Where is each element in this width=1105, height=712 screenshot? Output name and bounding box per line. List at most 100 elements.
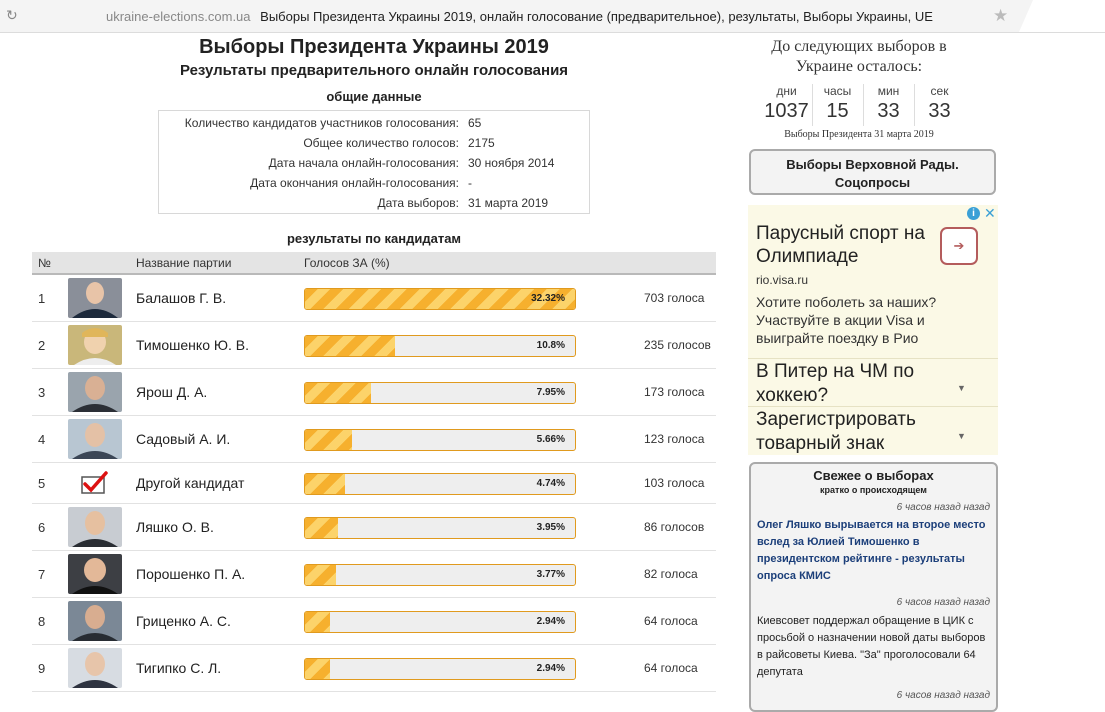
column-header-num: № — [38, 256, 51, 270]
candidate-photo[interactable] — [68, 648, 122, 688]
reload-icon[interactable]: ↻ — [6, 7, 18, 24]
row-number: 7 — [38, 567, 46, 582]
candidate-name[interactable]: Ярош Д. А. — [136, 384, 207, 400]
countdown-label: дни — [776, 84, 797, 98]
table-row: 8 Гриценко А. С. 2.94% 64 голоса — [32, 598, 716, 645]
table-row: 2 Тимошенко Ю. В. 10.8% 235 голосов — [32, 322, 716, 369]
stat-label: Дата выборов: — [377, 196, 459, 210]
candidate-name[interactable]: Ляшко О. В. — [136, 519, 214, 535]
candidate-name[interactable]: Тигипко С. Л. — [136, 660, 221, 676]
star-icon[interactable]: ★ — [993, 6, 1008, 26]
row-number: 2 — [38, 338, 46, 353]
ad-headline[interactable]: Парусный спорт на Олимпиаде — [756, 222, 936, 268]
news-subtitle: кратко о происходящем — [820, 485, 927, 495]
election-date: Выборы Президента 31 марта 2019 — [784, 129, 934, 140]
candidate-photo[interactable] — [68, 325, 122, 365]
row-number: 3 — [38, 385, 46, 400]
general-stats-box: Количество кандидатов участников голосов… — [158, 110, 590, 214]
candidate-name[interactable]: Тимошенко Ю. В. — [136, 337, 249, 353]
vote-bar: 2.94% — [304, 658, 576, 680]
news-item-text[interactable]: Киевсовет поддержал обращение в ЦИК с пр… — [757, 613, 991, 681]
rada-button-line2: Соцопросы — [834, 175, 911, 190]
candidate-photo[interactable] — [68, 601, 122, 641]
countdown-value: 33 — [877, 100, 900, 122]
address-bar[interactable]: ukraine-elections.com.ua Выборы Президен… — [106, 9, 933, 24]
vote-bar: 4.74% — [304, 473, 576, 495]
table-row: 1 Балашов Г. В. 32.32% 703 голоса — [32, 275, 716, 322]
vote-bar-fill — [305, 336, 396, 356]
stat-label: Общее количество голосов: — [303, 136, 459, 150]
vote-bar: 3.77% — [304, 564, 576, 586]
stat-row: Дата начала онлайн-голосования: 30 ноябр… — [159, 153, 589, 173]
candidate-photo[interactable] — [68, 419, 122, 459]
candidate-photo[interactable] — [68, 554, 122, 594]
news-time: 6 часов назад назад — [896, 597, 990, 608]
vote-bar: 2.94% — [304, 611, 576, 633]
row-number: 4 — [38, 432, 46, 447]
stat-row: Количество кандидатов участников голосов… — [159, 113, 589, 133]
browser-bar: ↻ ukraine-elections.com.ua Выборы Презид… — [0, 0, 1105, 33]
vote-bar-fill — [305, 474, 345, 494]
rada-polls-button[interactable]: Выборы Верховной Рады. Соцопросы — [749, 149, 996, 195]
vote-bar-fill — [305, 565, 337, 585]
row-number: 9 — [38, 661, 46, 676]
results-table-header: № Название партии Голосов ЗА (%) — [32, 252, 716, 275]
rada-button-line1: Выборы Верховной Рады. — [786, 157, 959, 172]
vote-count: 64 голоса — [644, 614, 698, 628]
page-title: Выборы Президента Украины 2019 — [199, 36, 549, 58]
countdown-value: 15 — [826, 100, 849, 122]
candidate-name[interactable]: Порошенко П. А. — [136, 566, 245, 582]
countdown-label: сек — [930, 84, 949, 98]
stat-row: Дата окончания онлайн-голосования: - — [159, 173, 589, 193]
table-row: 3 Ярош Д. А. 7.95% 173 голоса — [32, 369, 716, 416]
countdown-hours: часы 15 — [812, 84, 863, 128]
tab-page-title: Выборы Президента Украины 2019, онлайн г… — [260, 9, 933, 24]
close-icon[interactable]: ✕ — [984, 205, 996, 222]
chevron-down-icon: ▼ — [957, 431, 966, 441]
candidate-photo[interactable] — [68, 372, 122, 412]
candidate-photo[interactable] — [68, 507, 122, 547]
stat-label: Дата окончания онлайн-голосования: — [250, 176, 459, 190]
ad-link[interactable]: Зарегистрировать товарный знак ▼ — [748, 406, 998, 456]
vote-count: 103 голоса — [644, 476, 705, 490]
ad-body[interactable]: Хотите поболеть за наших? Участвуйте в а… — [756, 293, 992, 347]
vote-percent: 3.95% — [536, 522, 565, 533]
vote-bar-fill — [305, 518, 338, 538]
table-row: 5 Другой кандидат 4.74% 103 голоса — [32, 463, 716, 504]
candidate-name[interactable]: Гриценко А. С. — [136, 613, 231, 629]
countdown-title: До следующих выборов в Украине осталось: — [771, 38, 947, 75]
general-data-heading: общие данные — [326, 89, 422, 104]
candidate-name[interactable]: Другой кандидат — [136, 475, 244, 491]
news-title: Свежее о выборах — [813, 468, 934, 483]
ad-arrow-button[interactable]: ➔ — [940, 227, 978, 265]
ad-link-text: Зарегистрировать товарный знак — [756, 409, 916, 454]
stat-label: Количество кандидатов участников голосов… — [184, 116, 459, 130]
row-number: 1 — [38, 291, 46, 306]
ad-link[interactable]: В Питер на ЧМ по хоккею? ▼ — [748, 358, 998, 406]
stat-value: 65 — [468, 116, 482, 130]
vote-percent: 3.77% — [536, 569, 565, 580]
row-number: 5 — [38, 476, 46, 491]
vote-bar-fill — [305, 612, 330, 632]
arrow-right-icon: ➔ — [953, 238, 965, 253]
column-header-name: Название партии — [136, 256, 232, 270]
row-number: 8 — [38, 614, 46, 629]
vote-percent: 2.94% — [536, 616, 565, 627]
news-headline-link[interactable]: Олег Ляшко вырывается на второе место вс… — [757, 517, 991, 585]
vote-bar: 5.66% — [304, 429, 576, 451]
table-row: 7 Порошенко П. А. 3.77% 82 голоса — [32, 551, 716, 598]
info-icon[interactable]: i — [967, 207, 980, 220]
vote-count: 64 голоса — [644, 661, 698, 675]
countdown-minutes: мин 33 — [863, 84, 914, 128]
ad-url[interactable]: rio.visa.ru — [756, 273, 808, 287]
candidate-photo[interactable] — [68, 278, 122, 318]
news-box: Свежее о выборах кратко о происходящем 6… — [749, 462, 998, 712]
vote-bar: 10.8% — [304, 335, 576, 357]
stat-row: Общее количество голосов: 2175 — [159, 133, 589, 153]
candidate-name[interactable]: Балашов Г. В. — [136, 290, 226, 306]
candidate-name[interactable]: Садовый А. И. — [136, 431, 230, 447]
stat-row: Дата выборов: 31 марта 2019 — [159, 193, 589, 213]
vote-percent: 5.66% — [536, 434, 565, 445]
vote-count: 235 голосов — [644, 338, 711, 352]
countdown-value: 33 — [928, 100, 951, 122]
